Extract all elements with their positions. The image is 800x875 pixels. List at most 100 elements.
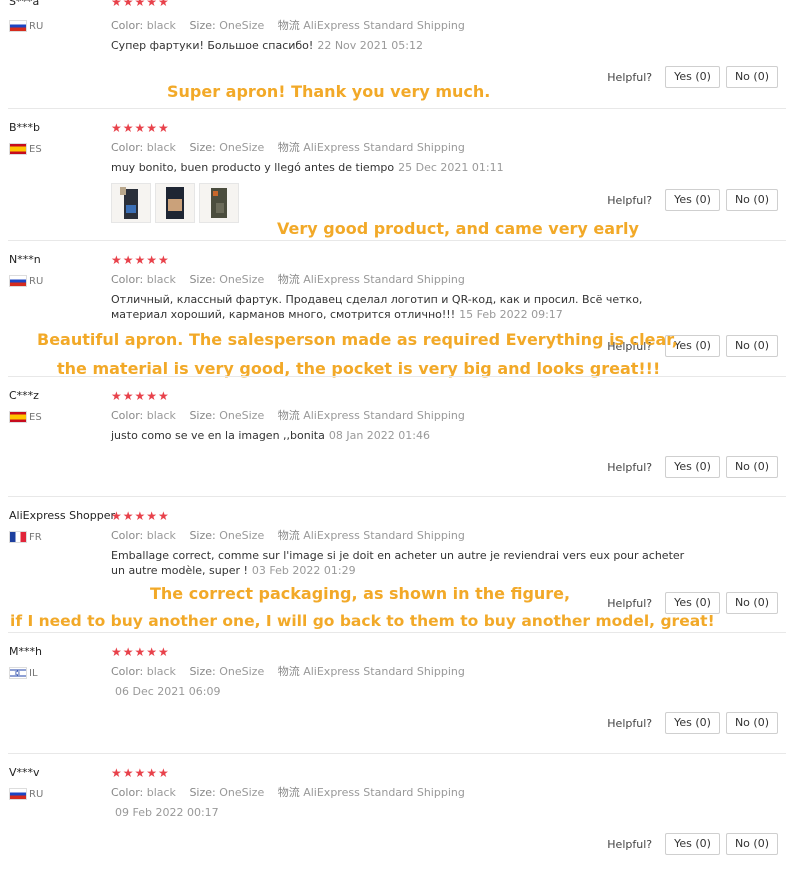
logistics-label: 物流 — [277, 786, 300, 799]
review-attributes: Color: black Size: OneSize 物流 AliExpress… — [111, 17, 465, 33]
review-date: 09 Feb 2022 00:17 — [115, 806, 219, 819]
country-code: RU — [29, 275, 44, 287]
shipping-value: AliExpress Standard Shipping — [303, 786, 465, 799]
color-value: black — [146, 786, 176, 799]
apron-photo-icon — [211, 188, 227, 218]
rating-stars-icon: ★★★★★ — [111, 509, 170, 523]
divider — [8, 496, 786, 497]
size-value: OneSize — [219, 273, 265, 286]
rating-stars-icon: ★★★★★ — [111, 0, 170, 9]
country-code: ES — [29, 143, 42, 155]
reviewer-country: ✡ IL — [9, 667, 38, 679]
color-label: Color: — [111, 273, 144, 286]
color-label: Color: — [111, 19, 144, 32]
helpful-label: Helpful? — [607, 193, 653, 207]
review-photos — [111, 183, 243, 223]
review-text: 06 Dec 2021 06:09 — [111, 684, 711, 699]
review-text: Супер фартуки! Большое спасибо! 22 Nov 20… — [111, 38, 711, 53]
color-value: black — [146, 19, 176, 32]
logistics-label: 物流 — [277, 273, 300, 286]
translation-caption: if I need to buy another one, I will go … — [10, 612, 715, 630]
country-code: FR — [29, 531, 42, 543]
divider — [8, 240, 786, 241]
logistics-label: 物流 — [277, 665, 300, 678]
reviewer-country: ES — [9, 411, 42, 423]
shipping-value: AliExpress Standard Shipping — [303, 409, 465, 422]
review-body: muy bonito, buen producto y llegó antes … — [111, 161, 395, 174]
rating-stars-icon: ★★★★★ — [111, 121, 170, 135]
color-value: black — [146, 529, 176, 542]
helpful-label: Helpful? — [607, 716, 653, 730]
reviewer-name: B***b — [9, 121, 41, 134]
translation-caption: Beautiful apron. The salesperson made as… — [37, 330, 678, 349]
review-date: 25 Dec 2021 01:11 — [398, 161, 504, 174]
apron-photo-icon — [120, 187, 138, 219]
review-attributes: Color: black Size: OneSize 物流 AliExpress… — [111, 139, 465, 155]
review-photo-thumbnail[interactable] — [111, 183, 151, 223]
color-value: black — [146, 665, 176, 678]
helpful-no-button[interactable]: No (0) — [725, 712, 778, 734]
country-code: RU — [29, 788, 44, 800]
russia-flag-icon — [9, 275, 27, 287]
color-label: Color: — [111, 141, 144, 154]
helpful-yes-button[interactable]: Yes (0) — [665, 833, 720, 855]
reviewer-country: RU — [9, 275, 43, 287]
helpful-yes-button[interactable]: Yes (0) — [665, 592, 720, 614]
helpful-yes-button[interactable]: Yes (0) — [665, 66, 720, 88]
translation-caption: The correct packaging, as shown in the f… — [150, 584, 571, 603]
size-value: OneSize — [219, 786, 265, 799]
helpful-no-button[interactable]: No (0) — [725, 335, 778, 357]
review-attributes: Color: black Size: OneSize 物流 AliExpress… — [111, 784, 465, 800]
review-date: 03 Feb 2022 01:29 — [251, 564, 356, 577]
country-code: ES — [29, 411, 42, 423]
divider — [8, 753, 786, 754]
helpful-no-button[interactable]: No (0) — [725, 592, 778, 614]
helpful-controls: Helpful? Yes (0) No (0) — [607, 66, 778, 88]
reviewer-country: ES — [9, 143, 42, 155]
helpful-no-button[interactable]: No (0) — [725, 66, 778, 88]
review-text: justo como se ve en la imagen ,,bonita 08… — [111, 428, 711, 443]
review-text: muy bonito, buen producto y llegó antes … — [111, 160, 711, 175]
israel-flag-icon: ✡ — [9, 667, 27, 679]
helpful-no-button[interactable]: No (0) — [725, 456, 778, 478]
review-attributes: Color: black Size: OneSize 物流 AliExpress… — [111, 527, 465, 543]
color-value: black — [146, 273, 176, 286]
spain-flag-icon — [9, 411, 27, 423]
helpful-no-button[interactable]: No (0) — [725, 833, 778, 855]
rating-stars-icon: ★★★★★ — [111, 389, 170, 403]
size-label: Size: — [189, 273, 216, 286]
russia-flag-icon — [9, 788, 27, 800]
review-date: 15 Feb 2022 09:17 — [459, 308, 563, 321]
review-attributes: Color: black Size: OneSize 物流 AliExpress… — [111, 663, 465, 679]
review-photo-thumbnail[interactable] — [199, 183, 239, 223]
color-label: Color: — [111, 786, 144, 799]
divider — [8, 632, 786, 633]
reviewer-name: C***z — [9, 389, 39, 402]
reviewer-name: V***v — [9, 766, 40, 779]
shipping-value: AliExpress Standard Shipping — [303, 273, 465, 286]
helpful-yes-button[interactable]: Yes (0) — [665, 189, 720, 211]
review-body: Emballage correct, comme sur l'image si … — [111, 549, 685, 577]
size-label: Size: — [189, 786, 216, 799]
helpful-label: Helpful? — [607, 460, 653, 474]
reviewer-name: AliExpress Shopper — [9, 509, 116, 522]
review-text: Отличный, классный фартук. Продавец сдел… — [111, 292, 701, 322]
review-date: 06 Dec 2021 06:09 — [115, 685, 221, 698]
shipping-value: AliExpress Standard Shipping — [303, 665, 465, 678]
shipping-value: AliExpress Standard Shipping — [303, 19, 465, 32]
helpful-yes-button[interactable]: Yes (0) — [665, 456, 720, 478]
reviewer-country: FR — [9, 531, 42, 543]
apron-photo-icon — [166, 187, 184, 219]
review-photo-thumbnail[interactable] — [155, 183, 195, 223]
reviewer-name: N***n — [9, 253, 41, 266]
helpful-no-button[interactable]: No (0) — [725, 189, 778, 211]
logistics-label: 物流 — [277, 409, 300, 422]
size-value: OneSize — [219, 529, 265, 542]
divider — [8, 108, 786, 109]
review-text: 09 Feb 2022 00:17 — [111, 805, 711, 820]
russia-flag-icon — [9, 20, 27, 32]
helpful-yes-button[interactable]: Yes (0) — [665, 712, 720, 734]
logistics-label: 物流 — [277, 19, 300, 32]
color-label: Color: — [111, 529, 144, 542]
helpful-controls: Helpful? Yes (0) No (0) — [607, 712, 778, 734]
